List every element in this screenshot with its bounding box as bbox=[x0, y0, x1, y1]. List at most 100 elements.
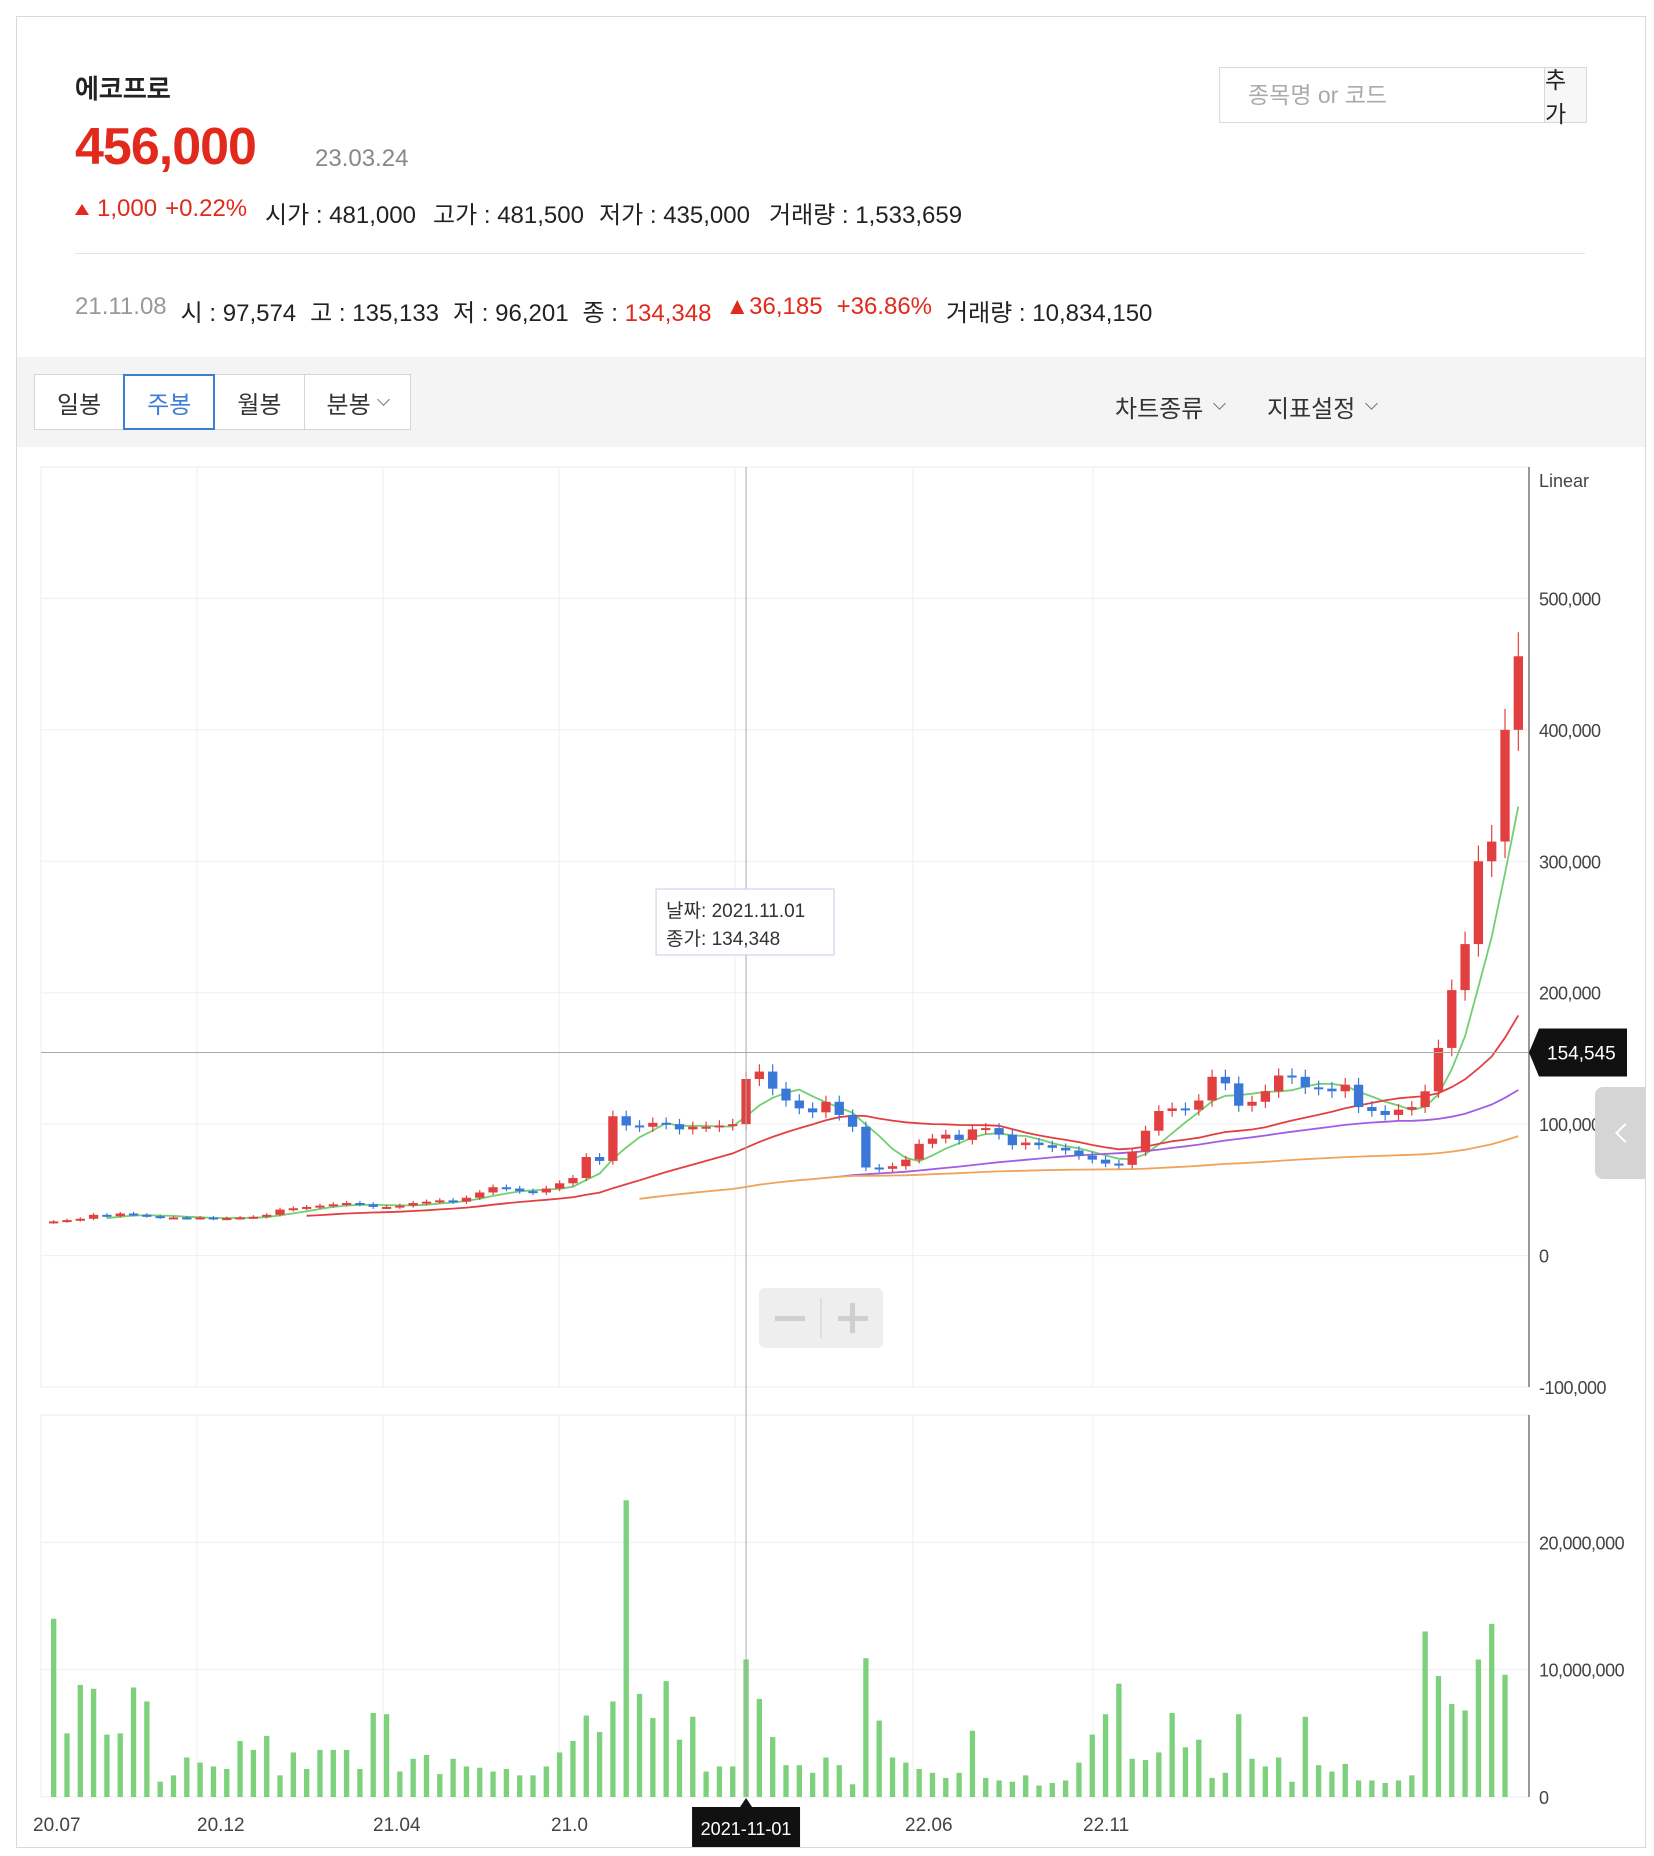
volume-bar bbox=[197, 1762, 203, 1797]
volume-bar bbox=[463, 1766, 470, 1797]
volume-bar bbox=[423, 1754, 430, 1797]
volume-bar bbox=[1129, 1758, 1135, 1797]
volume-bar bbox=[716, 1766, 723, 1797]
price-tick-label: 400,000 bbox=[1539, 721, 1601, 741]
chart-type-menu[interactable]: 차트종류 bbox=[1115, 389, 1227, 424]
volume-bar bbox=[996, 1780, 1002, 1797]
candle-body bbox=[461, 1197, 472, 1202]
volume-bar bbox=[450, 1758, 456, 1797]
price-tick-label: 100,000 bbox=[1539, 1115, 1601, 1135]
volume-bar bbox=[903, 1762, 909, 1797]
volume-bar bbox=[1196, 1739, 1202, 1797]
volume-bar bbox=[916, 1768, 922, 1797]
candle-body bbox=[355, 1203, 365, 1205]
candle-body bbox=[1007, 1134, 1018, 1146]
stock-name: 에코프로 bbox=[75, 74, 171, 104]
price-volume-chart[interactable]: 500,000 400,000 300,000 200,000 100,000 0 -100… bbox=[17, 457, 1646, 1848]
hover-low-value: 96,201 bbox=[495, 300, 569, 327]
hover-high-label: 고 bbox=[310, 300, 333, 327]
volume-value: 1,533,659 bbox=[855, 202, 963, 229]
volume-bar bbox=[1262, 1766, 1269, 1797]
stock-chart-panel: 에코프로 456,000 23.03.24 1,000 +0.22% 시가 : … bbox=[16, 16, 1646, 1848]
candle-body bbox=[874, 1167, 884, 1170]
candle-body bbox=[1407, 1107, 1417, 1110]
candle-body bbox=[262, 1214, 272, 1217]
volume-bar bbox=[1382, 1782, 1388, 1797]
volume-bar bbox=[237, 1740, 243, 1797]
candle-body bbox=[754, 1071, 765, 1079]
hover-low: 저 : 96,201 bbox=[453, 300, 569, 327]
volume-bar bbox=[676, 1739, 683, 1797]
high-value: 481,500 bbox=[497, 202, 584, 229]
volume-bar bbox=[543, 1766, 549, 1797]
candle-body bbox=[1140, 1130, 1151, 1152]
candle-body bbox=[901, 1159, 911, 1167]
candle-body bbox=[288, 1208, 298, 1211]
candle-body bbox=[528, 1191, 538, 1194]
tooltip-close: 종가: 134,348 bbox=[666, 928, 780, 950]
volume-bar bbox=[90, 1688, 97, 1797]
volume-bar bbox=[1276, 1757, 1282, 1797]
candle-body bbox=[794, 1100, 804, 1109]
volume-bar bbox=[636, 1693, 643, 1797]
candle-body bbox=[1034, 1142, 1044, 1146]
chart-type-label: 차트종류 bbox=[1115, 396, 1204, 423]
tab-minute[interactable]: 분봉 bbox=[303, 374, 411, 430]
candle-body bbox=[448, 1200, 458, 1203]
volume-bar bbox=[530, 1775, 536, 1797]
volume-bar bbox=[144, 1701, 150, 1797]
crosshair-date-label: 2021-11-01 bbox=[701, 1819, 792, 1839]
volume-bar bbox=[490, 1771, 496, 1797]
volume-bar bbox=[77, 1684, 83, 1797]
volume-bar bbox=[969, 1730, 976, 1797]
candle-body bbox=[328, 1204, 338, 1207]
candle-body bbox=[1127, 1151, 1137, 1165]
hover-volume: 거래량 : 10,834,150 bbox=[946, 300, 1153, 327]
ma20-line bbox=[306, 1014, 1520, 1217]
price-tick-label: 0 bbox=[1539, 1247, 1549, 1267]
candle-body bbox=[701, 1126, 711, 1129]
candle-body bbox=[1060, 1147, 1071, 1151]
candle-body bbox=[728, 1124, 738, 1127]
candle-body bbox=[142, 1214, 152, 1217]
volume-bar bbox=[1475, 1659, 1482, 1797]
zoom-control[interactable] bbox=[759, 1288, 883, 1348]
candle-body bbox=[222, 1218, 232, 1221]
candle-body bbox=[648, 1122, 658, 1127]
search-input[interactable] bbox=[1220, 68, 1545, 122]
candle-body bbox=[128, 1213, 139, 1216]
add-button[interactable]: 추가 bbox=[1545, 67, 1586, 127]
volume-bar bbox=[836, 1765, 842, 1797]
candle-body bbox=[887, 1166, 898, 1169]
header-divider bbox=[75, 253, 1585, 254]
x-tick-label: 20.12 bbox=[197, 1815, 245, 1836]
hover-low-label: 저 bbox=[453, 300, 476, 327]
volume-bar bbox=[703, 1771, 709, 1797]
candle-body bbox=[48, 1221, 59, 1224]
hover-change: ▲36,185 bbox=[725, 293, 823, 320]
zoom-out-icon[interactable] bbox=[775, 1316, 805, 1321]
volume-bar bbox=[889, 1757, 896, 1797]
volume-bar bbox=[157, 1781, 163, 1797]
hover-volume-value: 10,834,150 bbox=[1032, 300, 1153, 327]
change-percent: +0.22% bbox=[165, 195, 248, 222]
candle-body bbox=[475, 1192, 485, 1198]
candle-body bbox=[1500, 729, 1510, 842]
tab-monthly[interactable]: 월봉 bbox=[214, 374, 305, 430]
side-panel-toggle[interactable] bbox=[1595, 1087, 1645, 1179]
tooltip-date: 날짜: 2021.11.01 bbox=[666, 900, 805, 922]
x-tick-label: 21.0 bbox=[551, 1815, 588, 1836]
ma60-line bbox=[839, 1089, 1519, 1178]
tab-weekly[interactable]: 주봉 bbox=[123, 374, 216, 430]
indicator-menu[interactable]: 지표설정 bbox=[1267, 389, 1379, 424]
candle-body bbox=[1021, 1142, 1031, 1146]
current-price: 456,000 bbox=[75, 118, 257, 176]
volume-bar bbox=[730, 1766, 736, 1797]
volume-bar bbox=[1435, 1676, 1442, 1797]
tab-daily[interactable]: 일봉 bbox=[34, 374, 125, 430]
volume-bar bbox=[1302, 1716, 1308, 1797]
candle-body bbox=[435, 1200, 445, 1203]
volume-tick-label: 20,000,000 bbox=[1539, 1533, 1625, 1553]
volume-bar bbox=[650, 1718, 656, 1797]
volume-bar bbox=[1182, 1747, 1189, 1797]
